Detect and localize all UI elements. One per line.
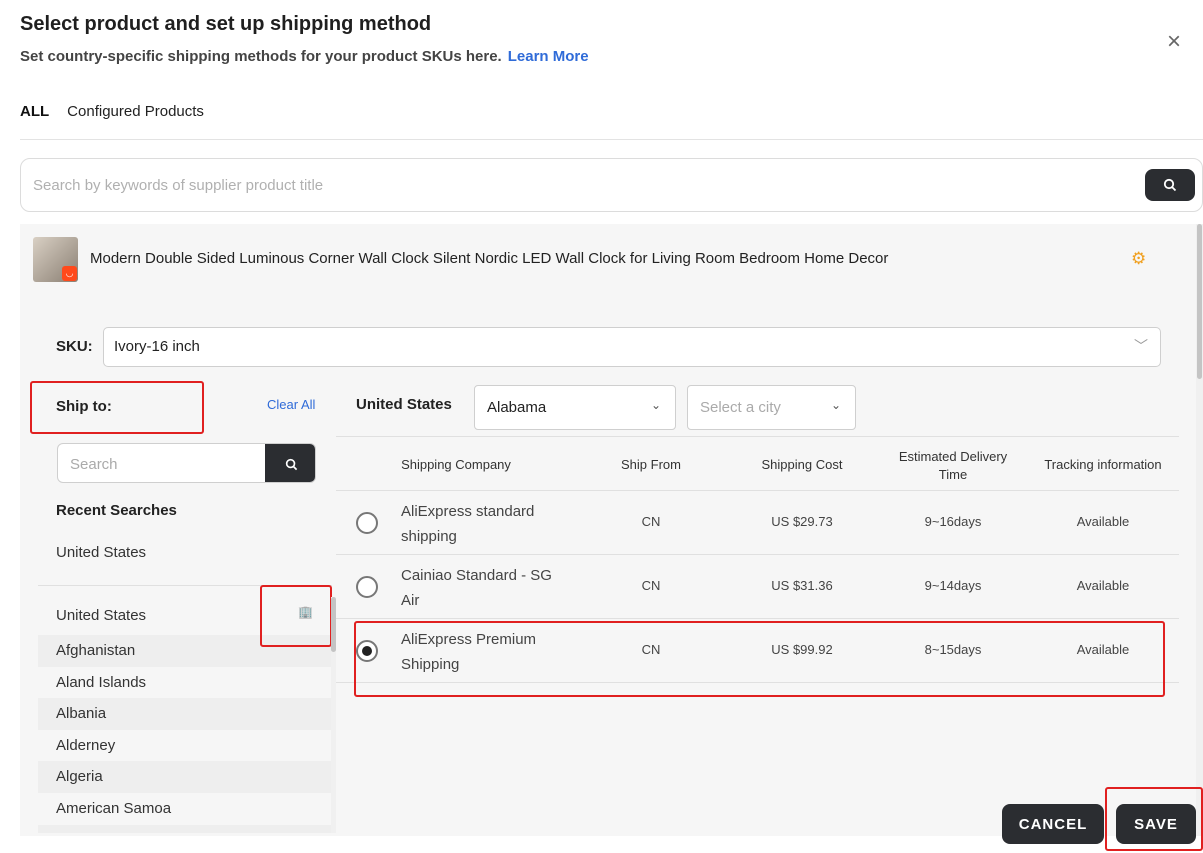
search-icon bbox=[1163, 178, 1177, 192]
table-header: Shipping Company Ship From Shipping Cost… bbox=[336, 436, 1179, 491]
learn-more-link[interactable]: Learn More bbox=[508, 48, 589, 65]
panel-scrollbar-thumb[interactable] bbox=[1197, 224, 1202, 379]
tab-all[interactable]: ALL bbox=[20, 103, 49, 139]
state-value: Alabama bbox=[487, 399, 547, 416]
col-tracking: Tracking information bbox=[1044, 457, 1162, 472]
city-placeholder: Select a city bbox=[700, 399, 781, 416]
tab-divider bbox=[20, 139, 1203, 140]
country-item[interactable]: American Samoa bbox=[38, 793, 332, 825]
subtitle-text: Set country-specific shipping methods fo… bbox=[20, 48, 502, 65]
city-select[interactable]: Select a city ⌄ bbox=[687, 385, 856, 430]
ship-from: CN bbox=[641, 578, 661, 593]
highlight-box-building bbox=[260, 585, 332, 647]
state-select[interactable]: Alabama ⌄ bbox=[474, 385, 676, 430]
tab-configured-products[interactable]: Configured Products bbox=[67, 103, 204, 139]
col-shipping-cost: Shipping Cost bbox=[761, 457, 843, 472]
col-estimated-delivery: Estimated Delivery Time bbox=[898, 449, 1008, 482]
product-search-button[interactable] bbox=[1145, 169, 1195, 201]
country-item[interactable]: Albania bbox=[38, 698, 332, 730]
col-ship-from: Ship From bbox=[621, 457, 681, 472]
ship-from: CN bbox=[641, 514, 661, 529]
product-search-input[interactable] bbox=[33, 173, 1113, 197]
delivery-time: 9~16days bbox=[924, 514, 982, 529]
chevron-down-icon: ⌄ bbox=[650, 398, 661, 412]
close-icon[interactable]: × bbox=[1162, 30, 1186, 54]
country-item[interactable]: Algeria bbox=[38, 761, 332, 793]
col-shipping-company: Shipping Company bbox=[401, 457, 511, 472]
shipping-company: AliExpress standard shipping bbox=[401, 503, 535, 545]
clear-all-link[interactable]: Clear All bbox=[267, 397, 315, 412]
product-search-bar bbox=[20, 158, 1203, 212]
table-row[interactable]: Cainiao Standard - SG Air CN US $31.36 9… bbox=[336, 555, 1179, 619]
gear-icon[interactable]: ⚙ bbox=[1131, 250, 1149, 268]
cancel-button[interactable]: CANCEL bbox=[1002, 804, 1104, 844]
sku-value: Ivory-16 inch bbox=[114, 338, 200, 355]
recent-searches-label: Recent Searches bbox=[56, 502, 177, 519]
country-item[interactable]: Aland Islands bbox=[38, 667, 332, 699]
country-search-input[interactable] bbox=[70, 454, 250, 474]
country-item[interactable]: Andorra bbox=[38, 824, 332, 833]
modal-subtitle: Set country-specific shipping methods fo… bbox=[20, 48, 589, 65]
shipping-company: Cainiao Standard - SG Air bbox=[401, 567, 552, 609]
country-search bbox=[57, 443, 316, 483]
tracking-info: Available bbox=[1076, 578, 1130, 593]
radio-button[interactable] bbox=[356, 576, 378, 598]
sku-label: SKU: bbox=[56, 338, 93, 355]
search-icon bbox=[285, 458, 297, 470]
aliexpress-badge-icon: ◡ bbox=[62, 266, 77, 281]
shipping-cost: US $31.36 bbox=[771, 578, 833, 593]
country-search-button[interactable] bbox=[265, 444, 315, 482]
highlight-box-selected-row bbox=[354, 621, 1165, 697]
tab-bar: ALL Configured Products bbox=[20, 103, 204, 139]
tracking-info: Available bbox=[1076, 514, 1130, 529]
shipping-cost: US $29.73 bbox=[771, 514, 833, 529]
destination-country: United States bbox=[356, 396, 452, 413]
highlight-box-ship-to bbox=[30, 381, 204, 434]
modal-title: Select product and set up shipping metho… bbox=[20, 13, 432, 35]
product-title: Modern Double Sided Luminous Corner Wall… bbox=[90, 250, 889, 267]
recent-search-item[interactable]: United States bbox=[56, 544, 146, 561]
sku-select[interactable]: Ivory-16 inch ﹀ bbox=[103, 327, 1161, 367]
chevron-down-icon: ⌄ bbox=[830, 398, 841, 412]
delivery-time: 9~14days bbox=[924, 578, 982, 593]
highlight-box-save bbox=[1105, 787, 1203, 851]
chevron-down-icon: ﹀ bbox=[1134, 338, 1148, 354]
radio-button[interactable] bbox=[356, 512, 378, 534]
table-row[interactable]: AliExpress standard shipping CN US $29.7… bbox=[336, 491, 1179, 555]
country-item[interactable]: Alderney bbox=[38, 730, 332, 762]
panel-scrollbar[interactable] bbox=[1196, 224, 1203, 836]
product-image: ◡ bbox=[33, 237, 78, 282]
